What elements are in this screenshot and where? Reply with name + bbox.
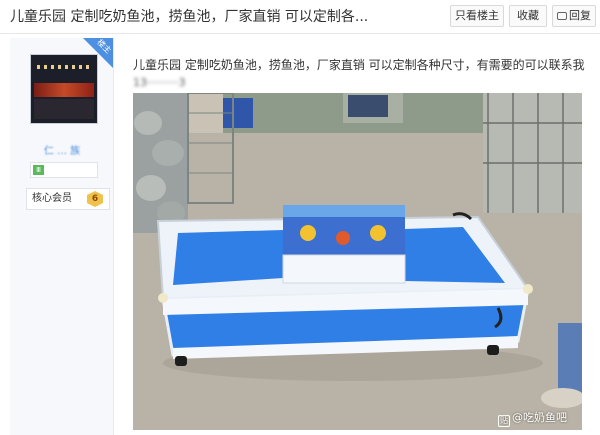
thread-title: 儿童乐园 定制吃奶鱼池，捞鱼池，厂家直销 可以定制各... [10,9,369,25]
post-text: 儿童乐园 定制吃奶鱼池，捞鱼池，厂家直销 可以定制各种尺寸，有需要的可以联系我 [133,58,585,72]
contact-phone-blurred: 13·········3 [133,76,186,89]
username-link[interactable]: 仁 … 族 [10,142,114,157]
user-sidebar: 楼主 仁 … 族 Ⅲ 核心会员 6 [10,38,114,435]
thread-header: 儿童乐园 定制吃奶鱼池，捞鱼池，厂家直销 可以定制各... 只看楼主 收藏 回复 [0,0,600,34]
post-photo[interactable] [133,93,582,430]
badge-icon: Ⅲ [33,165,44,175]
reply-icon [557,12,567,20]
reply-label: 回复 [569,9,591,22]
member-level-label: 核心会员 [32,193,72,204]
tieba-logo-icon: 贴 [498,415,510,427]
member-level[interactable]: 核心会员 6 [26,188,110,210]
only-op-button[interactable]: 只看楼主 [450,5,504,27]
level-number-badge: 6 [87,191,103,207]
avatar-stage [34,83,94,97]
user-badge-row: Ⅲ [30,162,98,178]
watermark-text: @吃奶鱼吧 [512,411,567,424]
favorite-button[interactable]: 收藏 [509,5,547,27]
reply-button[interactable]: 回复 [552,5,596,27]
avatar-lights [37,65,93,69]
watermark: 贴 @吃奶鱼吧 [498,409,567,427]
avatar[interactable] [30,54,98,124]
fish-pool-photo-illustration [133,93,582,430]
avatar-floor [34,99,94,119]
